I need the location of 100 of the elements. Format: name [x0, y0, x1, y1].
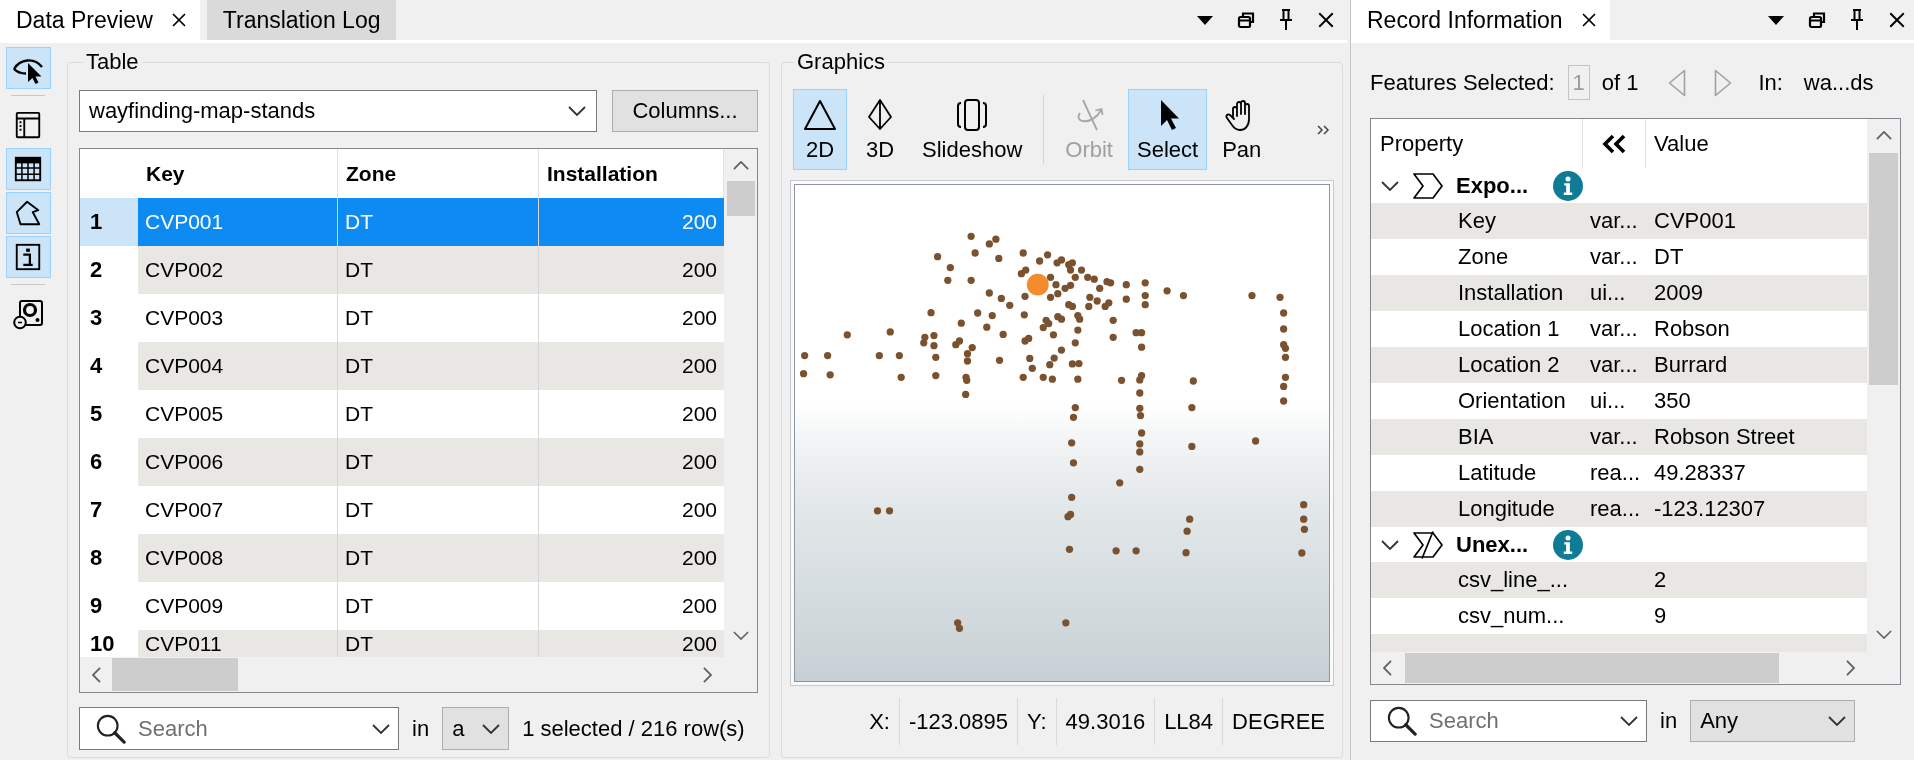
property-name: BIA	[1457, 424, 1495, 450]
chevron-left-icon[interactable]	[92, 666, 101, 683]
property-type: rea...	[1589, 460, 1642, 486]
scope-label: in	[1660, 708, 1678, 734]
close-icon[interactable]	[1317, 11, 1335, 29]
restore-window-icon[interactable]	[1237, 11, 1255, 29]
columns-button[interactable]: Columns...	[612, 90, 758, 132]
property-name: Orientation	[1457, 388, 1567, 414]
slideshow-button[interactable]: Slideshow	[913, 89, 1032, 170]
chevron-down-icon[interactable]	[372, 723, 390, 734]
table-icon	[13, 154, 43, 184]
row-number: 2	[80, 246, 138, 294]
status-text: -123.0895	[898, 698, 1017, 745]
table-row[interactable]: 6 CVP006 DT 200	[80, 438, 724, 486]
table-cell-text: 200	[680, 209, 718, 235]
chevron-down-icon[interactable]	[732, 631, 749, 640]
chevron-up-icon[interactable]	[732, 161, 749, 170]
table-row[interactable]: 10 CVP011 DT 200	[80, 630, 724, 657]
column-header[interactable]: Value	[1646, 119, 1867, 168]
search-input[interactable]: Search	[138, 715, 360, 742]
dataset-dropdown[interactable]: wayfinding-map-stands	[79, 90, 597, 132]
selected-marker[interactable]	[1026, 273, 1049, 296]
chevron-right-icon[interactable]	[1846, 660, 1855, 676]
scroll-thumb[interactable]	[112, 658, 238, 691]
close-icon[interactable]	[170, 12, 187, 28]
property-name: Key	[1457, 208, 1497, 234]
search-field[interactable]: Search	[79, 707, 399, 750]
scope-dropdown[interactable]: Any	[1690, 700, 1856, 742]
info-button[interactable]	[5, 236, 51, 278]
search-icon[interactable]	[1387, 706, 1417, 736]
property-name: Location 2	[1457, 352, 1561, 378]
info-icon[interactable]	[1553, 170, 1583, 201]
panel-layout-icon	[13, 110, 43, 140]
chevron-up-icon[interactable]	[1875, 131, 1892, 140]
chevron-down-icon[interactable]	[482, 723, 501, 734]
property-value: Robson	[1653, 316, 1731, 342]
scroll-thumb[interactable]	[1405, 653, 1779, 683]
chevron-down-icon[interactable]	[568, 106, 586, 116]
search-input[interactable]: Search	[1429, 708, 1608, 734]
row-number: 10	[80, 630, 138, 657]
property-value: 2009	[1653, 280, 1704, 306]
caret-down-icon[interactable]	[1197, 15, 1213, 25]
property-type: var...	[1589, 244, 1639, 270]
view-3d-button[interactable]: 3D	[853, 89, 907, 170]
source-label: In:	[1758, 69, 1783, 96]
property-name: Longitude	[1457, 496, 1556, 522]
property-name: Latitude	[1457, 460, 1538, 486]
restore-window-icon[interactable]	[1808, 11, 1826, 29]
scope-label: in	[412, 715, 430, 742]
chevron-down-icon[interactable]	[1381, 539, 1399, 550]
view-mode-button[interactable]	[5, 47, 51, 89]
tab[interactable]: Data Preview	[0, 0, 200, 40]
group-name: Unex...	[1456, 531, 1530, 558]
property-value: -123.12307	[1653, 496, 1767, 522]
scroll-thumb[interactable]	[726, 181, 755, 216]
chevron-down-icon[interactable]	[1381, 180, 1399, 191]
close-icon[interactable]	[1888, 11, 1906, 29]
caret-down-icon[interactable]	[1768, 15, 1784, 25]
property-value: 49.28337	[1653, 460, 1747, 486]
chevron-down-icon[interactable]	[1620, 716, 1638, 726]
pin-icon[interactable]	[1279, 9, 1293, 31]
group-name: Expo...	[1456, 172, 1530, 199]
tag-arrow-icon	[1412, 171, 1444, 200]
search-icon[interactable]	[96, 713, 126, 744]
property-value: CVP001	[1653, 208, 1737, 234]
chevron-left-icon[interactable]	[1383, 660, 1392, 676]
property-value: 350	[1653, 388, 1692, 414]
chevron-right-icon[interactable]	[703, 666, 712, 683]
table-cell-text: 200	[680, 593, 718, 619]
polygon-button[interactable]	[5, 192, 51, 234]
pin-icon[interactable]	[1850, 9, 1864, 31]
table-cell-text: 200	[680, 353, 718, 379]
feature-count: of 1	[1601, 69, 1639, 96]
disc-icon	[12, 298, 44, 330]
overflow-chevron-icon[interactable]	[1316, 123, 1330, 136]
table-cell-text: 200	[680, 305, 718, 331]
table-row[interactable]: 8 CVP008 DT 200	[80, 534, 724, 582]
chevron-down-icon[interactable]	[1875, 630, 1892, 639]
property-name: Location 1	[1457, 316, 1561, 342]
table-button[interactable]	[5, 148, 51, 190]
close-icon[interactable]	[1580, 12, 1597, 28]
property-type: var...	[1589, 208, 1639, 234]
property-type: var...	[1589, 424, 1639, 450]
view-2d-button[interactable]: 2D	[793, 89, 847, 170]
scope-dropdown[interactable]: a	[442, 707, 510, 750]
double-chevron-left-icon[interactable]	[1601, 133, 1627, 154]
chevron-down-icon[interactable]	[1828, 716, 1847, 726]
table-row[interactable]: 4 CVP004 DT 200	[80, 342, 724, 390]
property-type: var...	[1589, 316, 1639, 342]
pan-button[interactable]: Pan	[1213, 89, 1271, 170]
select-button[interactable]: Select	[1127, 89, 1208, 170]
map-marker-series[interactable]	[799, 232, 1309, 632]
property-value: 9	[1653, 603, 1668, 629]
tab[interactable]: Translation Log	[206, 0, 397, 40]
scroll-thumb[interactable]	[1869, 153, 1898, 385]
tab[interactable]: Record Information	[1351, 0, 1610, 40]
search-field[interactable]: Search	[1370, 700, 1647, 742]
info-icon[interactable]	[1553, 529, 1583, 560]
table-row[interactable]: 2 CVP002 DT 200	[80, 246, 724, 294]
table-row[interactable]: 1 CVP001 DT 200	[80, 198, 724, 246]
